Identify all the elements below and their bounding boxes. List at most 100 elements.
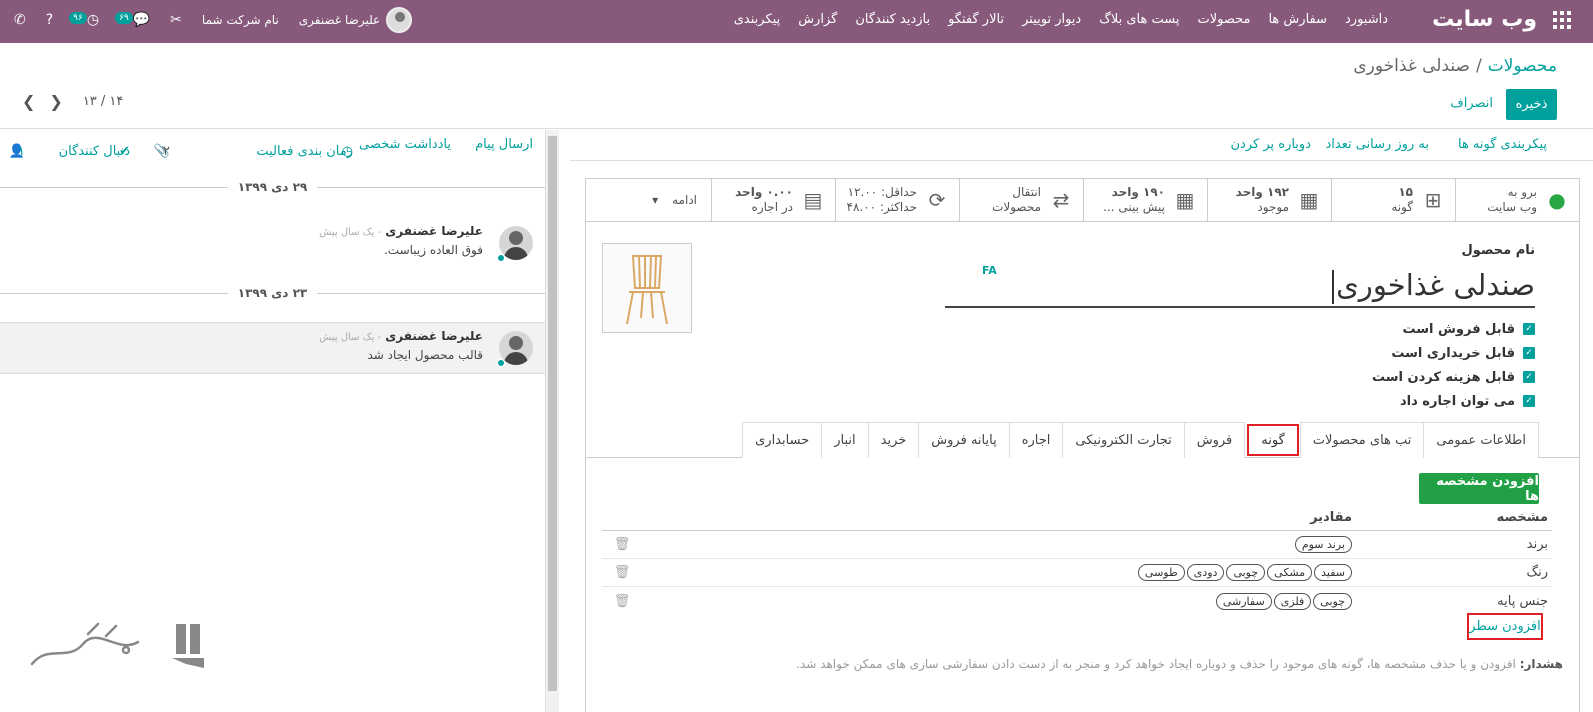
app-title[interactable]: وب سایت xyxy=(1432,7,1537,32)
pager-value[interactable]: ۱۳ / ۱۴ xyxy=(83,94,124,109)
configure-variants-button[interactable]: پیکربندی گونه ها xyxy=(1458,137,1547,152)
smart-label: موجود xyxy=(1257,200,1289,214)
can-be-purchased-checkbox[interactable]: ✓ قابل خریداری است xyxy=(1372,341,1535,365)
phone-icon[interactable]: ✆ xyxy=(14,12,26,28)
on-hand-button[interactable]: ▦ ۱۹۲ واحد موجود xyxy=(1207,179,1331,221)
table-row[interactable]: رنگ سفیدمشکیچوبیدودیطوسی 🗑 xyxy=(602,559,1552,587)
can-be-sold-checkbox[interactable]: ✓ قابل فروش است xyxy=(1372,317,1535,341)
forecasted-button[interactable]: ▦ ۱۹۰ واحد پیش بینی ... xyxy=(1083,179,1207,221)
followers-count: ۱ xyxy=(18,144,25,159)
can-be-expensed-checkbox[interactable]: ✓ قابل هزینه کردن است xyxy=(1372,365,1535,389)
chatter-message[interactable]: علیرضا غضنفری- یک سال پیش فوق العاده زیب… xyxy=(0,218,545,270)
tab-general-info[interactable]: اطلاعات عمومی xyxy=(1423,422,1539,458)
breadcrumb-products[interactable]: محصولات xyxy=(1488,56,1557,76)
reordering-rules-button[interactable]: ⟳ حداقل: ۱۲.۰۰ حداکثر: ۴۸.۰۰ xyxy=(835,179,959,221)
message-body: فوق العاده زیباست. xyxy=(383,243,483,257)
value-tag[interactable]: سفید xyxy=(1314,564,1352,581)
more-label: ادامه xyxy=(672,193,697,207)
tab-purchase[interactable]: خرید xyxy=(867,422,920,458)
menu-twitter-wall[interactable]: دیوار توییتر xyxy=(1022,12,1081,27)
menu-orders[interactable]: سفارش ها xyxy=(1268,12,1327,27)
variants-count-button[interactable]: ⊞ ۱۵ گونه xyxy=(1331,179,1455,221)
product-image[interactable] xyxy=(602,243,692,333)
user-menu[interactable]: علیرضا غضنفری xyxy=(299,7,413,33)
breadcrumb-separator: / xyxy=(1475,56,1482,76)
list-header: مشخصه مقادیر xyxy=(602,505,1552,531)
tab-product-tabs[interactable]: تب های محصولات xyxy=(1299,422,1425,458)
product-name-label: نام محصول xyxy=(1461,243,1535,258)
smart-label: انتقال xyxy=(1012,185,1041,199)
trash-icon[interactable]: 🗑 xyxy=(602,565,642,580)
clock-icon: ◷ xyxy=(86,12,100,28)
scrollbar-thumb[interactable] xyxy=(548,136,557,691)
tab-ecommerce[interactable]: تجارت الکترونیکی xyxy=(1062,422,1185,458)
table-row[interactable]: برند برند سوم 🗑 xyxy=(602,531,1552,559)
apps-grid-icon[interactable] xyxy=(1553,11,1571,29)
replenish-button[interactable]: دوباره پر کردن xyxy=(1231,137,1312,152)
column-attribute[interactable]: مشخصه xyxy=(1352,510,1552,525)
smart-label: برو به xyxy=(1507,185,1537,199)
checkbox-label: قابل فروش است xyxy=(1402,321,1515,337)
attribute-cell: جنس پایه xyxy=(1497,593,1548,609)
more-button[interactable]: ادامه ▾ xyxy=(638,179,711,221)
product-name-input[interactable]: صندلی غذاخوری xyxy=(945,263,1535,308)
chat-icon: 💬 xyxy=(132,12,151,28)
send-message-button[interactable]: ارسال پیام xyxy=(475,137,533,152)
column-values[interactable]: مقادیر xyxy=(642,510,1352,525)
save-button[interactable]: ذخیره xyxy=(1506,89,1557,120)
check-icon: ✓ xyxy=(1523,395,1535,407)
go-to-website-button[interactable]: ● برو به وب سایت xyxy=(1455,179,1579,221)
messaging-menu[interactable]: 💬۶۹ xyxy=(115,12,151,28)
company-switcher[interactable]: نام شرکت شما xyxy=(202,13,279,27)
tab-sales[interactable]: فروش xyxy=(1183,422,1246,458)
discard-button[interactable]: انصراف xyxy=(1450,96,1493,111)
pager-prev-icon[interactable]: ❮ xyxy=(22,92,35,111)
form-scrollbar[interactable] xyxy=(545,130,559,712)
calendar-icon: ▤ xyxy=(803,188,823,212)
can-be-rented-checkbox[interactable]: ✓ می توان اجاره داد xyxy=(1372,389,1535,413)
activity-menu[interactable]: ◷۹۶ xyxy=(69,12,100,28)
value-tag[interactable]: چوبی xyxy=(1313,592,1352,610)
log-note-button[interactable]: یادداشت شخصی xyxy=(359,137,451,152)
tab-rental[interactable]: اجاره xyxy=(1008,422,1064,458)
message-author[interactable]: علیرضا غضنفری xyxy=(385,224,483,238)
trash-icon[interactable]: 🗑 xyxy=(602,537,642,552)
add-attribute-button[interactable]: افزودن مشخصه ها xyxy=(1419,473,1539,504)
menu-forum[interactable]: تالار گفتگو xyxy=(948,12,1004,27)
smart-value: ۰.۰۰ واحد xyxy=(735,185,793,199)
check-icon: ✓ xyxy=(1523,323,1535,335)
tab-variants[interactable]: گونه xyxy=(1247,424,1299,456)
smart-value: ۱۹۰ واحد xyxy=(1111,185,1165,199)
date-separator: ۲۳ دی ۱۳۹۹ xyxy=(0,283,545,303)
message-author[interactable]: علیرضا غضنفری xyxy=(385,329,483,343)
menu-visitors[interactable]: بازدید کنندگان xyxy=(855,12,930,27)
tab-inventory[interactable]: انبار xyxy=(821,422,869,458)
menu-configuration[interactable]: پیکربندی xyxy=(734,12,780,27)
menu-blog-posts[interactable]: پست های بلاگ xyxy=(1099,12,1179,27)
value-tag[interactable]: سفارشی xyxy=(1215,592,1272,610)
table-row[interactable]: جنس پایه چوبیفلزیسفارشی 🗑 xyxy=(602,587,1552,615)
menu-reporting[interactable]: گزارش xyxy=(798,12,837,27)
in-rental-button[interactable]: ▤ ۰.۰۰ واحد در اجاره xyxy=(711,179,835,221)
product-moves-button[interactable]: ⇄ انتقال محصولات xyxy=(959,179,1083,221)
value-tag[interactable]: مشکی xyxy=(1267,564,1313,581)
help-icon[interactable]: ? xyxy=(46,12,53,28)
value-tag[interactable]: فلزی xyxy=(1273,592,1312,610)
add-line-button[interactable]: افزودن سطر xyxy=(1467,613,1543,640)
menu-products[interactable]: محصولات xyxy=(1197,12,1250,27)
tab-point-of-sale[interactable]: پایانه فروش xyxy=(918,422,1010,458)
chatter-message[interactable]: علیرضا غضنفری- یک سال پیش قالب محصول ایج… xyxy=(0,322,545,374)
tools-icon[interactable]: ✂ xyxy=(170,12,182,28)
checkbox-label: قابل هزینه کردن است xyxy=(1371,369,1515,385)
pager-next-icon[interactable]: ❯ xyxy=(49,92,62,111)
value-tag[interactable]: طوسی xyxy=(1137,564,1185,581)
tab-accounting[interactable]: حسابداری xyxy=(742,422,823,458)
value-tag[interactable]: چوبی xyxy=(1226,564,1266,581)
value-tag[interactable]: دودی xyxy=(1186,564,1225,581)
menu-dashboard[interactable]: داشبورد xyxy=(1345,12,1388,27)
value-tag[interactable]: برند سوم xyxy=(1294,536,1352,553)
online-status-icon xyxy=(497,254,505,262)
trash-icon[interactable]: 🗑 xyxy=(602,594,642,609)
update-quantity-button[interactable]: به روز رسانی تعداد xyxy=(1325,137,1429,152)
check-icon: ✓ xyxy=(1523,347,1535,359)
